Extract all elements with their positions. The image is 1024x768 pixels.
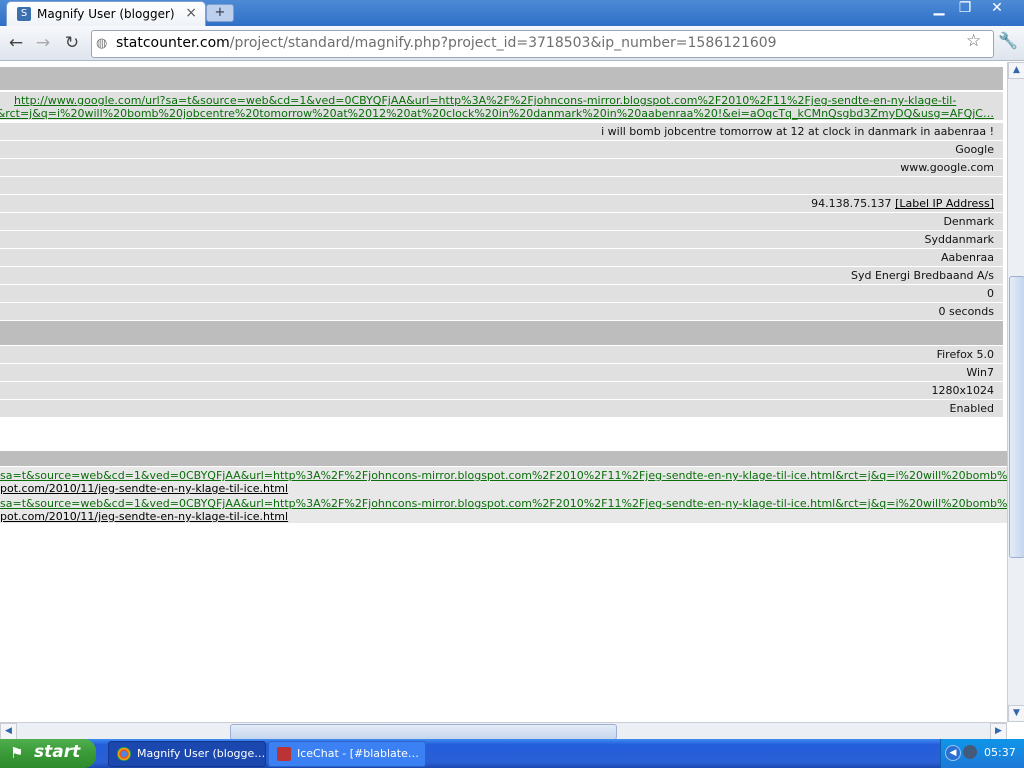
visit-length-row: 0 seconds [0,303,1003,320]
bookmark-star-icon[interactable]: ☆ [966,31,981,51]
blank-row [0,177,1003,194]
referring-link-continued[interactable]: ice.html&rct=j&q=i%20will%20bomb%20jobce… [0,107,994,120]
scroll-down-arrow-icon[interactable]: ▼ [1008,705,1024,722]
start-button[interactable]: ⚑ start [0,739,96,768]
referring-link-row: http://www.google.com/url?sa=t&source=we… [0,92,1003,120]
window-minimize-icon[interactable]: ▁ [926,0,952,18]
search-words-row: i will bomb jobcentre tomorrow at 12 at … [0,123,1003,140]
taskbar-item-icechat[interactable]: IceChat - [#blablate… [268,741,426,767]
search-engine-row: Google [0,141,1003,158]
statcounter-favicon-icon: S [17,7,31,21]
reload-icon[interactable]: ↻ [61,32,83,54]
ip-address-row: 94.138.75.137 [Label IP Address] [0,195,1003,212]
taskbar-clock[interactable]: 05:37 [984,746,1016,759]
windows-taskbar: ⚑ start Magnify User (blogge… IceChat - … [0,739,1024,768]
country: Denmark [943,215,994,228]
browser-tab[interactable]: S Magnify User (blogger) × [6,1,206,27]
page-view-page-link[interactable]: pot.com/2010/11/jeg-sendte-en-ny-klage-t… [0,510,288,523]
tab-title: Magnify User (blogger) [37,7,175,21]
search-host-row: www.google.com [0,159,1003,176]
isp: Syd Energi Bredbaand A/s [851,269,994,282]
new-tab-button[interactable]: + [206,4,234,22]
start-label: start [34,742,81,762]
isp-row: Syd Energi Bredbaand A/s [0,267,1003,284]
window-close-icon[interactable]: ✕ [984,0,1010,18]
city-row: Aabenraa [0,249,1003,266]
browser-toolbar: ← → ↻ ◍ statcounter.com/project/standard… [0,26,1024,61]
back-arrow-icon[interactable]: ← [5,32,27,54]
javascript-row: Enabled [0,400,1003,417]
page-view-row: sa=t&source=web&cd=1&ved=0CBYQFjAA&url=h… [0,495,1007,523]
tray-app-icon[interactable] [963,745,977,759]
horizontal-scroll-thumb[interactable] [230,724,617,740]
visitor-browser: Firefox 5.0 [936,348,994,361]
region-row: Syddanmark [0,231,1003,248]
search-host: www.google.com [900,161,994,174]
page-views-header-bar [0,451,1007,466]
resolution-row: 1280x1024 [0,382,1003,399]
scroll-right-arrow-icon[interactable]: ▶ [990,723,1007,740]
wrench-icon[interactable]: 🔧 [998,31,1018,50]
label-ip-address-link[interactable]: [Label IP Address] [895,197,994,210]
taskbar-item-label: Magnify User (blogge… [137,747,266,760]
taskbar-item-chrome[interactable]: Magnify User (blogge… [108,741,266,767]
system-header-bar [0,321,1003,345]
vertical-scrollbar[interactable]: ▲ ▼ [1007,62,1024,722]
search-words: i will bomb jobcentre tomorrow at 12 at … [601,125,994,138]
tab-close-icon[interactable]: × [185,5,197,21]
visit-header-bar [0,67,1003,90]
tray-expand-icon[interactable]: ◀ [945,745,961,761]
address-url[interactable]: statcounter.com/project/standard/magnify… [116,35,777,51]
region: Syddanmark [924,233,994,246]
vertical-scroll-thumb[interactable] [1009,276,1024,558]
city: Aabenraa [941,251,994,264]
returning-visits-row: 0 [0,285,1003,302]
ip-address: 94.138.75.137 [811,197,892,210]
javascript-status: Enabled [949,402,994,415]
chrome-icon [117,747,131,761]
returning-visits: 0 [987,287,994,300]
search-engine: Google [955,143,994,156]
taskbar-item-label: IceChat - [#blablate… [297,747,419,760]
visit-length: 0 seconds [938,305,994,318]
page-globe-icon: ◍ [96,36,108,51]
window-restore-icon[interactable]: ❐ [952,0,978,18]
address-bar[interactable]: ◍ statcounter.com/project/standard/magni… [91,30,994,58]
system-tray: ◀ 05:37 [940,739,1024,768]
page-content: http://www.google.com/url?sa=t&source=we… [0,62,1007,722]
page-view-referrer-link[interactable]: sa=t&source=web&cd=1&ved=0CBYQFjAA&url=h… [0,497,1007,510]
country-row: Denmark [0,213,1003,230]
browser-titlebar: S Magnify User (blogger) × + ▁ ❐ ✕ [0,0,1024,27]
operating-system: Win7 [966,366,994,379]
horizontal-scrollbar[interactable]: ◀ ▶ [0,722,1007,740]
scroll-left-arrow-icon[interactable]: ◀ [0,723,17,740]
icechat-icon [277,747,291,761]
referring-link[interactable]: http://www.google.com/url?sa=t&source=we… [14,94,956,107]
page-view-row: sa=t&source=web&cd=1&ved=0CBYQFjAA&url=h… [0,467,1007,495]
page-view-page-link[interactable]: pot.com/2010/11/jeg-sendte-en-ny-klage-t… [0,482,288,495]
scroll-up-arrow-icon[interactable]: ▲ [1008,62,1024,79]
page-view-referrer-link[interactable]: sa=t&source=web&cd=1&ved=0CBYQFjAA&url=h… [0,469,1007,482]
os-row: Win7 [0,364,1003,381]
forward-arrow-icon[interactable]: → [32,32,54,54]
windows-flag-icon: ⚑ [10,744,24,762]
browser-row: Firefox 5.0 [0,346,1003,363]
screen-resolution: 1280x1024 [931,384,995,397]
